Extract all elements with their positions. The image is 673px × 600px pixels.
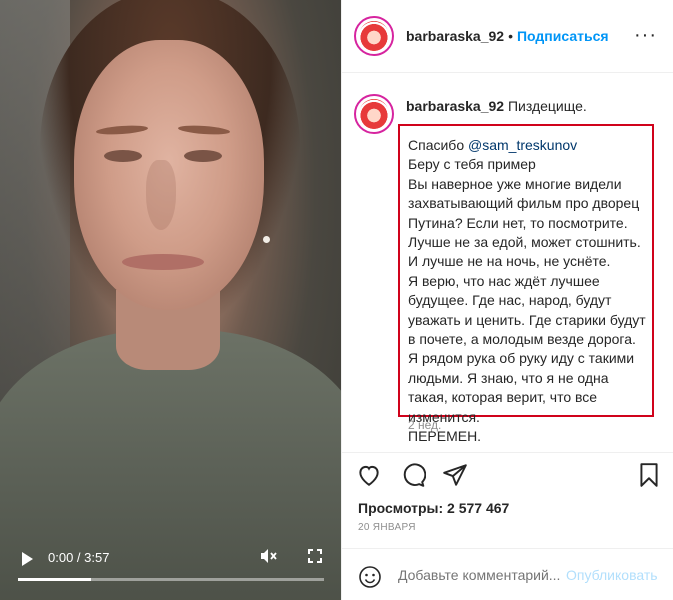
heart-icon[interactable] — [356, 462, 382, 488]
caption-line: Спасибо @sam_treskunov — [408, 137, 578, 153]
video-frame-eye — [104, 150, 142, 162]
view-count[interactable]: Просмотры: 2 577 467 — [358, 500, 509, 516]
mention-link[interactable]: @sam_treskunov — [468, 137, 577, 153]
caption-line: Беру с тебя пример — [408, 156, 536, 173]
video-frame-earring — [263, 236, 270, 243]
video-frame-nose — [146, 160, 176, 230]
video-frame-eye — [184, 150, 222, 162]
caption-username-link[interactable]: barbaraska_92 — [406, 98, 504, 114]
follow-button[interactable]: Подписаться — [517, 28, 609, 44]
caption-line: Я верю, что нас ждёт лучшее будущее. Где… — [408, 272, 646, 425]
bookmark-icon[interactable] — [636, 462, 662, 488]
caption-first-line: Пиздецище. — [507, 98, 587, 114]
muted-speaker-icon[interactable] — [260, 548, 278, 569]
video-progress-track[interactable] — [18, 578, 324, 581]
video-time: 0:00 / 3:57 — [48, 550, 110, 565]
post-header: barbaraska_92 • Подписаться — [406, 28, 609, 44]
publish-button[interactable]: Опубликовать — [566, 567, 658, 583]
more-options-icon[interactable]: ··· — [634, 24, 657, 47]
share-icon[interactable] — [442, 462, 468, 488]
caption-line: Вы наверное уже многие видели захватываю… — [408, 175, 641, 270]
video-progress-fill — [18, 578, 92, 581]
username-link[interactable]: barbaraska_92 — [406, 28, 504, 44]
video-player[interactable]: 0:00 / 3:57 — [0, 0, 341, 600]
comment-input[interactable] — [398, 567, 564, 583]
separator-dot: • — [508, 28, 513, 44]
post-date: 20 ЯНВАРЯ — [358, 522, 416, 533]
caption-line: ПЕРЕМЕН. — [408, 428, 482, 445]
comment-bar: Опубликовать — [342, 548, 673, 600]
post-side-panel: barbaraska_92 • Подписаться ··· barbaraska… — [341, 0, 673, 600]
caption-highlight-box: Спасибо @sam_treskunov Беру с тебя приме… — [398, 124, 654, 444]
video-controls: 0:00 / 3:57 — [0, 544, 341, 600]
video-frame-mouth — [122, 254, 204, 270]
divider — [342, 452, 673, 453]
comment-icon[interactable] — [400, 462, 427, 488]
avatar[interactable] — [354, 16, 394, 56]
post-age: 2 нед. — [408, 418, 442, 432]
caption-avatar[interactable] — [354, 94, 394, 134]
caption-header: barbaraska_92 Пиздецище. — [406, 98, 587, 114]
smiley-icon[interactable] — [358, 565, 382, 589]
fullscreen-icon[interactable] — [308, 549, 322, 563]
action-bar — [356, 462, 662, 488]
divider — [342, 72, 673, 73]
play-icon[interactable] — [22, 552, 33, 566]
